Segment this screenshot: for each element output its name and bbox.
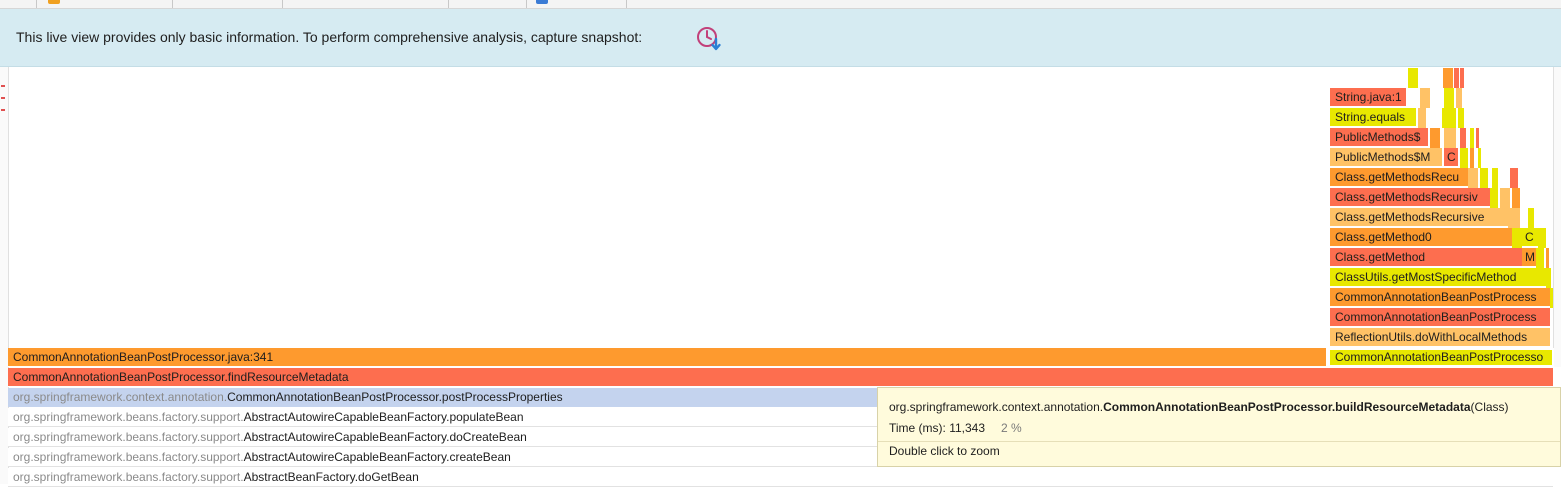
flame-frame-sliver[interactable]: [1536, 248, 1544, 268]
flame-frame-sliver[interactable]: [1460, 148, 1468, 168]
flame-frame-sliver[interactable]: [1550, 288, 1553, 308]
flame-frame[interactable]: CommonAnnotationBeanPostProcesso: [1328, 348, 1554, 367]
flame-frame[interactable]: Class.getMethod0: [1330, 228, 1512, 247]
tooltip-method-name: CommonAnnotationBeanPostProcessor.buildR…: [1103, 400, 1471, 414]
flame-frame-sliver[interactable]: [1468, 168, 1478, 188]
flame-frame-sliver[interactable]: [1418, 108, 1426, 128]
flame-frame[interactable]: C: [1522, 228, 1538, 247]
flame-frame-sliver[interactable]: [1443, 68, 1453, 88]
flame-frame-sliver[interactable]: [1430, 128, 1440, 148]
flame-frame-sliver[interactable]: [1510, 168, 1518, 188]
frame-method: CommonAnnotationBeanPostProcessor.java:3…: [13, 350, 274, 364]
tooltip-package: org.springframework.context.annotation.: [889, 400, 1104, 414]
flame-frame[interactable]: CommonAnnotationBeanPostProcessor.java:3…: [8, 348, 1326, 367]
flame-frame[interactable]: ReflectionUtils.doWithLocalMethods: [1330, 328, 1550, 347]
tooltip-time: Time (ms): 11,343 2 %: [889, 421, 1022, 435]
tooltip-time-value: Time (ms): 11,343: [889, 421, 986, 435]
flame-frame[interactable]: org.springframework.beans.factory.suppor…: [8, 468, 1553, 487]
flame-frame[interactable]: CommonAnnotationBeanPostProcessor.findRe…: [8, 368, 1553, 387]
flame-frame[interactable]: Class.getMethodsRecursiv: [1330, 188, 1490, 207]
flame-frame-sliver[interactable]: [1546, 268, 1551, 288]
flame-frame[interactable]: String.equals: [1330, 108, 1416, 127]
flame-frame[interactable]: Class.getMethodsRecu: [1330, 168, 1468, 187]
flame-frame-sliver[interactable]: [1470, 148, 1474, 168]
flame-frame-sliver[interactable]: [1460, 68, 1464, 88]
flame-frame[interactable]: ClassUtils.getMostSpecificMethod: [1330, 268, 1546, 287]
frame-package: org.springframework.context.annotation.: [13, 390, 228, 404]
flame-frame-sliver[interactable]: [1528, 208, 1534, 228]
flame-frame-sliver[interactable]: [1442, 108, 1456, 128]
flame-frame-sliver[interactable]: [1508, 208, 1520, 228]
frame-package: org.springframework.beans.factory.suppor…: [13, 470, 244, 484]
flame-frame[interactable]: C: [1444, 148, 1458, 167]
flame-frame-sliver[interactable]: [1444, 128, 1456, 148]
flame-frame-sliver[interactable]: [1458, 108, 1464, 128]
flame-frame-sliver[interactable]: [1476, 128, 1479, 148]
flame-frame[interactable]: CommonAnnotationBeanPostProcess: [1330, 288, 1550, 307]
flame-frame-sliver[interactable]: [1456, 88, 1462, 108]
flame-frame-sliver[interactable]: [1512, 228, 1522, 248]
tooltip-signature: (Class): [1470, 400, 1509, 414]
flame-frame-sliver[interactable]: [1500, 188, 1510, 208]
frame-method: AbstractBeanFactory.doGetBean: [243, 470, 419, 484]
frame-package: org.springframework.beans.factory.suppor…: [13, 450, 244, 464]
flame-frame[interactable]: CommonAnnotationBeanPostProcess: [1330, 308, 1550, 327]
frame-method: CommonAnnotationBeanPostProcessor.postPr…: [227, 390, 563, 404]
flame-frame-sliver[interactable]: [1470, 128, 1474, 148]
tooltip-divider: [878, 441, 1560, 442]
flame-frame[interactable]: Class.getMethod: [1330, 248, 1526, 267]
frame-method: CommonAnnotationBeanPostProcessor.findRe…: [13, 370, 349, 384]
flame-frame-sliver[interactable]: [1492, 168, 1498, 188]
flame-frame-sliver[interactable]: [1538, 228, 1546, 248]
flame-frame-sliver[interactable]: [1420, 88, 1430, 108]
frame-package: org.springframework.beans.factory.suppor…: [13, 430, 244, 444]
flame-frame-sliver[interactable]: [1408, 68, 1418, 88]
flame-frame[interactable]: M: [1522, 248, 1536, 267]
flame-frame-sliver[interactable]: [1490, 188, 1498, 208]
flame-frame-sliver[interactable]: [1480, 168, 1488, 188]
frame-package: org.springframework.beans.factory.suppor…: [13, 410, 244, 424]
flame-frame[interactable]: String.java:1: [1330, 88, 1406, 107]
flame-frame[interactable]: Class.getMethodsRecursive: [1330, 208, 1508, 227]
flame-frame-sliver[interactable]: [1444, 88, 1454, 108]
flame-frame-sliver[interactable]: [1546, 248, 1549, 268]
flame-frame-sliver[interactable]: [1512, 188, 1520, 208]
tooltip-percent: 2 %: [1001, 421, 1022, 435]
flame-frame[interactable]: PublicMethods$M: [1330, 148, 1442, 167]
frame-tooltip: org.springframework.context.annotation.C…: [877, 387, 1561, 467]
flame-frame[interactable]: PublicMethods$: [1330, 128, 1428, 147]
tooltip-method: org.springframework.context.annotation.C…: [889, 400, 1509, 414]
flame-frame-sliver[interactable]: [1460, 128, 1466, 148]
frame-method: AbstractAutowireCapableBeanFactory.doCre…: [243, 430, 527, 444]
tooltip-hint: Double click to zoom: [889, 444, 1000, 458]
frame-method: AbstractAutowireCapableBeanFactory.creat…: [243, 450, 511, 464]
flame-frame-sliver[interactable]: [1454, 68, 1459, 88]
frame-method: AbstractAutowireCapableBeanFactory.popul…: [243, 410, 524, 424]
flame-frame-sliver[interactable]: [1478, 148, 1481, 168]
